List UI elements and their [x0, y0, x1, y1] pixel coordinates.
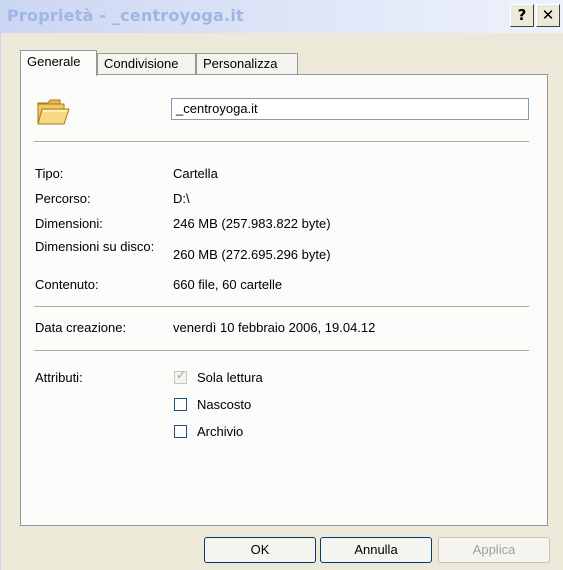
properties-dialog: Proprietà - _centroyoga.it ? ✕ Generale … — [0, 0, 563, 570]
close-button[interactable]: ✕ — [536, 4, 560, 27]
separator — [34, 141, 529, 143]
size-on-disk-value: 260 MB (272.695.296 byte) — [173, 247, 331, 262]
separator — [34, 350, 529, 352]
window-title: Proprietà - _centroyoga.it — [7, 6, 244, 25]
help-button[interactable]: ? — [510, 4, 534, 27]
archive-label[interactable]: Archivio — [197, 424, 243, 439]
created-label: Data creazione: — [35, 320, 127, 335]
contents-value: 660 file, 60 cartelle — [173, 277, 283, 292]
readonly-label[interactable]: Sola lettura — [197, 370, 263, 385]
location-value: D:\ — [173, 191, 190, 206]
tab-generale-label: Generale — [27, 54, 81, 69]
contents-label: Contenuto: — [35, 277, 99, 292]
size-label: Dimensioni: — [35, 216, 103, 231]
title-bar[interactable]: Proprietà - _centroyoga.it ? ✕ — [1, 0, 563, 33]
archive-checkbox[interactable] — [174, 425, 187, 438]
created-value: venerdì 10 febbraio 2006, 19.04.12 — [173, 320, 376, 335]
size-value: 246 MB (257.983.822 byte) — [173, 216, 331, 231]
tab-personalizza-label: Personalizza — [203, 56, 278, 71]
hidden-checkbox[interactable] — [174, 398, 187, 411]
type-label: Tipo: — [35, 166, 64, 181]
tab-generale[interactable]: Generale — [20, 50, 97, 76]
ok-button[interactable]: OK — [204, 537, 316, 563]
separator — [34, 306, 529, 308]
location-label: Percorso: — [35, 191, 91, 206]
folder-name-input[interactable]: _centroyoga.it — [171, 98, 529, 120]
attributes-label: Attributi: — [35, 370, 83, 385]
size-on-disk-label: Dimensioni su disco: — [35, 239, 155, 254]
folder-icon — [37, 99, 70, 125]
type-value: Cartella — [173, 166, 218, 181]
hidden-label[interactable]: Nascosto — [197, 397, 251, 412]
tab-personalizza[interactable]: Personalizza — [196, 53, 298, 74]
apply-button[interactable]: Applica — [438, 537, 550, 563]
tab-condivisione[interactable]: Condivisione — [97, 53, 196, 74]
check-mark-icon: ✓ — [176, 368, 187, 382]
tab-condivisione-label: Condivisione — [104, 56, 179, 71]
cancel-button[interactable]: Annulla — [320, 537, 432, 563]
readonly-checkbox[interactable]: ✓ — [174, 368, 187, 384]
